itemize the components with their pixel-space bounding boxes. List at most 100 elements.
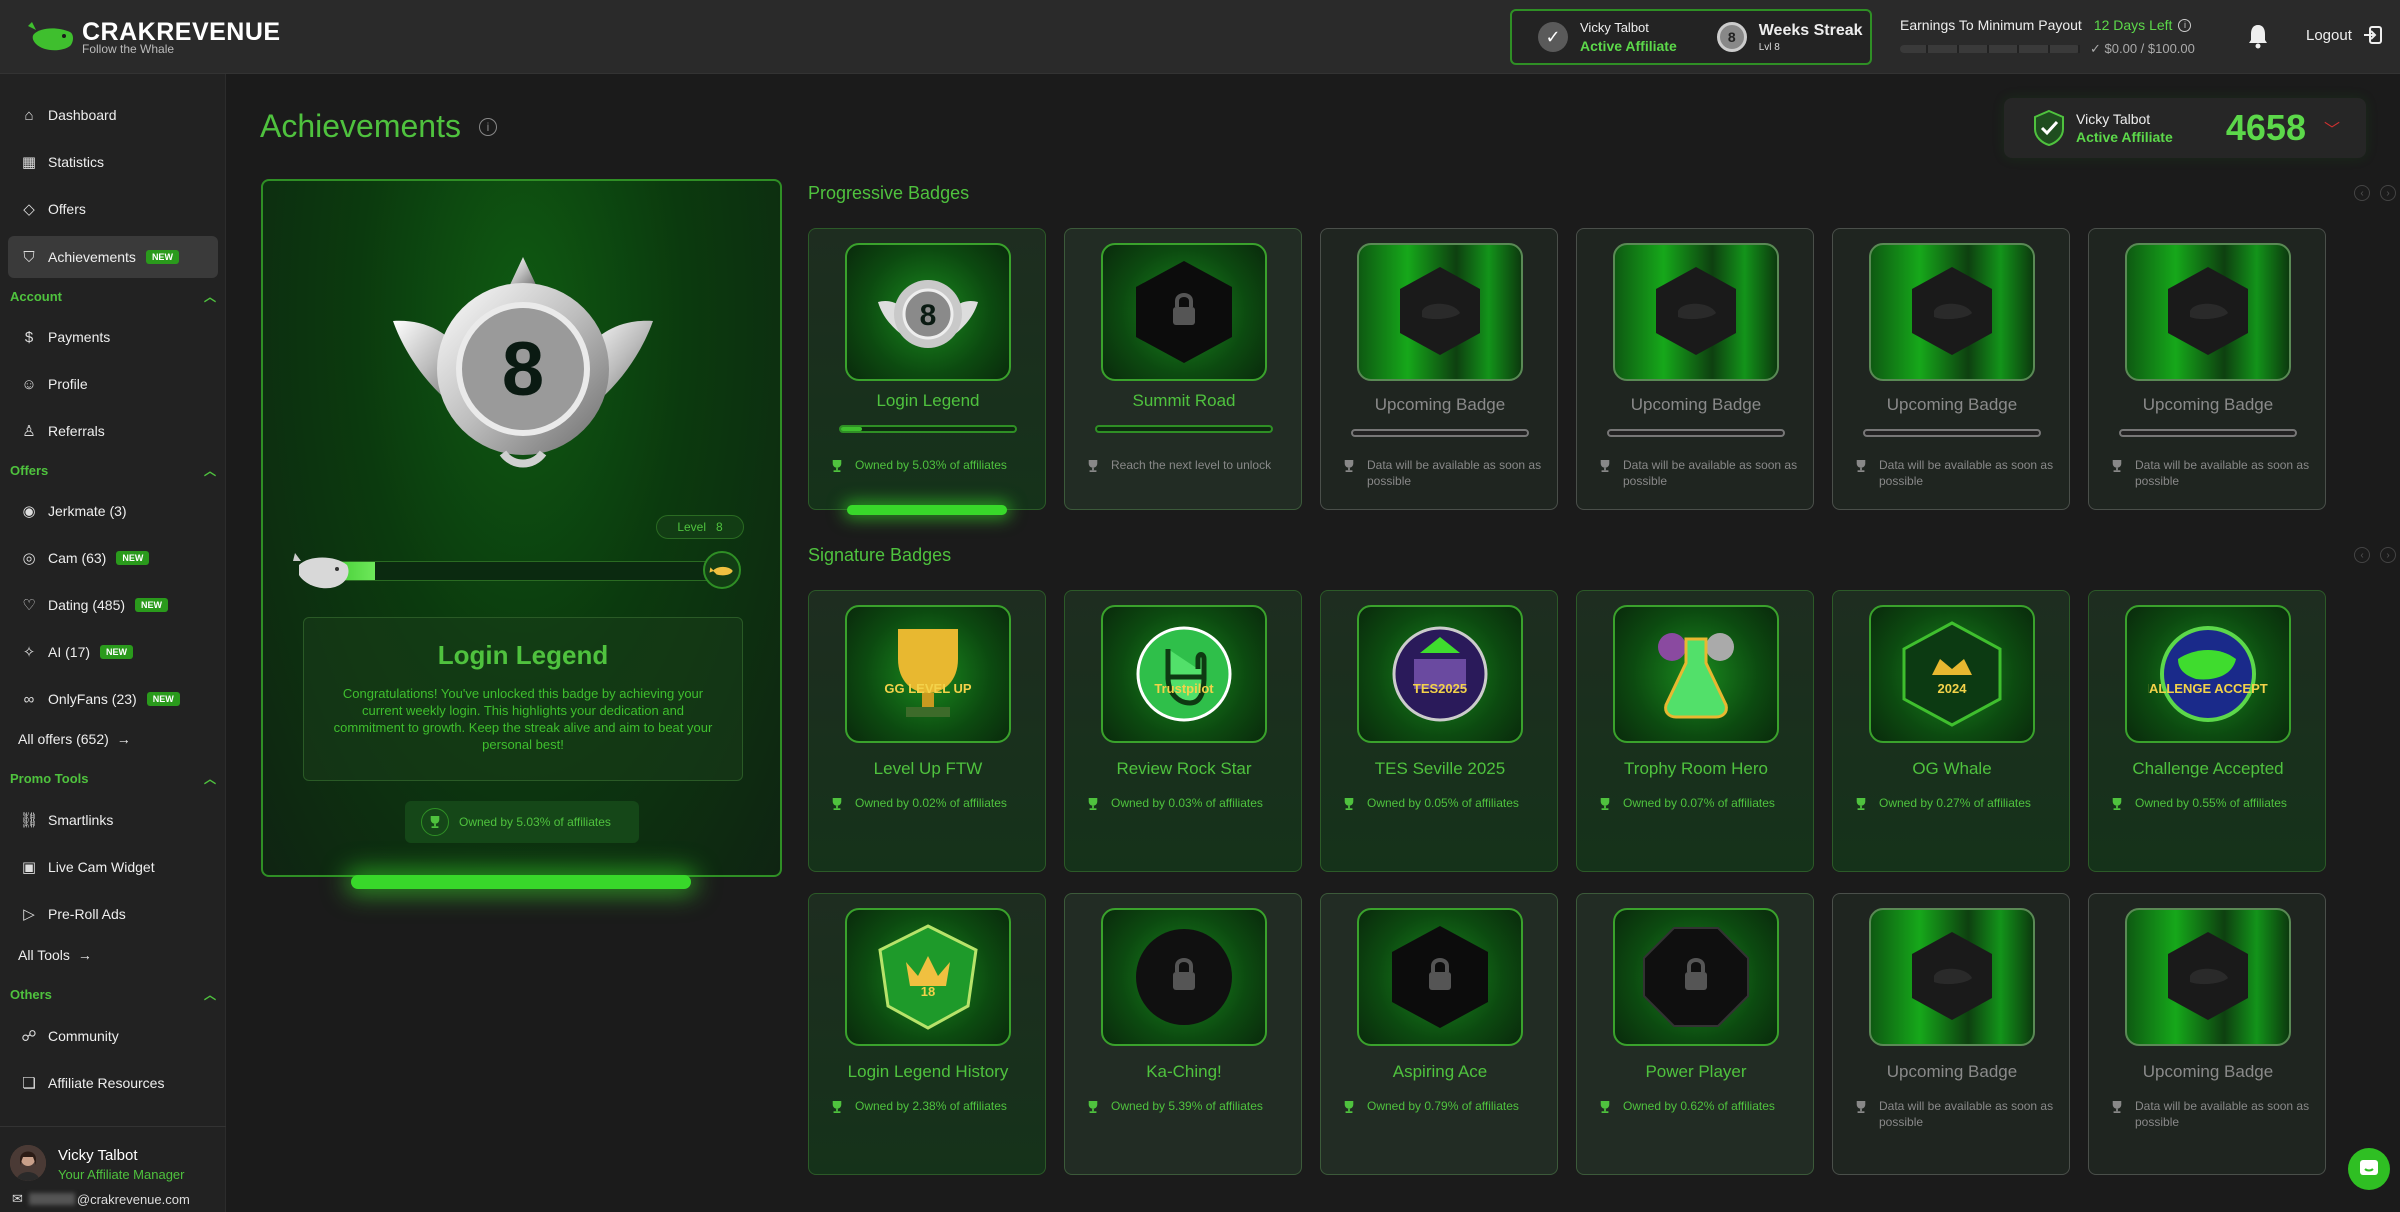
sidebar-item-ai[interactable]: ✧ AI (17) NEW bbox=[8, 631, 218, 673]
upcoming-badge-icon bbox=[2125, 243, 2291, 381]
chat-button[interactable] bbox=[2348, 1148, 2390, 1190]
all-offers-link[interactable]: All offers (652) → bbox=[18, 731, 131, 747]
sidebar-item-preroll-ads[interactable]: ▷ Pre-Roll Ads bbox=[8, 893, 218, 935]
featured-badge-description: Congratulations! You've unlocked this ba… bbox=[333, 686, 713, 752]
badge-owned-stat: Owned by 0.03% of affiliates bbox=[1087, 795, 1287, 815]
featured-glow bbox=[351, 875, 691, 889]
badge-owned-stat: Owned by 0.62% of affiliates bbox=[1599, 1098, 1799, 1118]
badge-progress-bar bbox=[1863, 429, 2041, 437]
trophy-icon bbox=[421, 808, 449, 836]
badge-owned-stat: Owned by 5.03% of affiliates bbox=[831, 457, 1031, 477]
sidebar-item-payments[interactable]: $ Payments bbox=[8, 316, 218, 358]
sidebar-item-dashboard[interactable]: ⌂ Dashboard bbox=[8, 94, 218, 136]
section-offers[interactable]: Offers ︿ bbox=[10, 462, 216, 479]
badge-card[interactable]: GG LEVEL UP Level Up FTW Owned by 0.02% of… bbox=[808, 590, 1046, 872]
scroll-right-icon[interactable]: › bbox=[2380, 185, 2396, 201]
badge-owned-stat: Owned by 5.39% of affiliates bbox=[1087, 1098, 1287, 1118]
sidebar-item-offers[interactable]: ◇ Offers bbox=[8, 188, 218, 230]
lock-icon: ∞ bbox=[23, 690, 35, 708]
trophy-icon bbox=[1855, 459, 1869, 477]
trophy-icon bbox=[1087, 1100, 1101, 1118]
badge-card[interactable]: Trophy Room Hero Owned by 0.07% of affili… bbox=[1576, 590, 1814, 872]
section-others[interactable]: Others ︿ bbox=[10, 986, 216, 1003]
badge-card[interactable]: Upcoming Badge Data will be available as … bbox=[1576, 228, 1814, 510]
upcoming-badge-icon bbox=[1869, 243, 2035, 381]
sidebar-item-jerkmate[interactable]: ◉ Jerkmate (3) bbox=[8, 490, 218, 532]
badge-card[interactable]: Trustpilot Review Rock Star Owned by 0.03%… bbox=[1064, 590, 1302, 872]
camera-icon: ◎ bbox=[22, 550, 36, 567]
badge-card[interactable]: Upcoming Badge Data will be available as … bbox=[1832, 228, 2070, 510]
silver-medal-icon: 8 bbox=[845, 243, 1011, 381]
locked-badge-icon bbox=[1101, 908, 1267, 1046]
sidebar-item-profile[interactable]: ☺ Profile bbox=[8, 363, 218, 405]
svg-text:8: 8 bbox=[920, 299, 937, 332]
user-score-card[interactable]: Vicky Talbot Active Affiliate 4658 ﹀ bbox=[2004, 98, 2366, 158]
badge-card[interactable]: 8 Login Legend Owned by 5.03% of affiliate… bbox=[808, 228, 1046, 515]
section-account[interactable]: Account ︿ bbox=[10, 288, 216, 305]
badge-name: Summit Road bbox=[1132, 391, 1236, 410]
badge-card[interactable]: Upcoming Badge Data will be available as … bbox=[1320, 228, 1558, 510]
info-icon[interactable]: i bbox=[478, 117, 497, 136]
upcoming-badge-icon bbox=[1357, 243, 1523, 381]
arrow-right-icon: → bbox=[116, 731, 131, 747]
sidebar-item-live-cam-widget[interactable]: ▣ Live Cam Widget bbox=[8, 846, 218, 888]
badge-progress-bar bbox=[1607, 429, 1785, 437]
badge-owned-stat: Data will be available as soon as possib… bbox=[2111, 457, 2311, 489]
sidebar-item-statistics[interactable]: ▦ Statistics bbox=[8, 141, 218, 183]
redacted-email bbox=[28, 1193, 75, 1205]
status-card[interactable]: ✓ Vicky Talbot Active Affiliate 8 Weeks … bbox=[1510, 9, 1872, 65]
badge-card[interactable]: 2024 OG Whale Owned by 0.27% of affiliates bbox=[1832, 590, 2070, 872]
scroll-right-icon[interactable]: › bbox=[2380, 547, 2396, 563]
trophy-icon bbox=[1855, 797, 1869, 815]
brand-logo[interactable]: CRAKREVENUE Follow the Whale bbox=[26, 20, 281, 56]
sidebar-item-onlyfans[interactable]: ∞ OnlyFans (23) NEW bbox=[8, 678, 218, 720]
sidebar-item-community[interactable]: ☍ Community bbox=[8, 1015, 218, 1057]
level-progress-bar bbox=[311, 561, 735, 581]
og-whale-crown-icon: 2024 bbox=[1869, 605, 2035, 743]
manager-email[interactable]: ✉ @crakrevenue.com bbox=[12, 1191, 190, 1207]
sidebar-item-referrals[interactable]: ♙ Referrals bbox=[8, 410, 218, 452]
badge-owned-stat: Reach the next level to unlock bbox=[1087, 457, 1287, 477]
sidebar-item-cam[interactable]: ◎ Cam (63) NEW bbox=[8, 537, 218, 579]
badge-card[interactable]: CHALLENGE ACCEPTED Challenge Accepted Owne… bbox=[2088, 590, 2326, 872]
sidebar-item-affiliate-resources[interactable]: ❏ Affiliate Resources bbox=[8, 1062, 218, 1104]
badge-card[interactable]: Power Player Owned by 0.62% of affiliates bbox=[1576, 893, 1814, 1175]
badge-name: Upcoming Badge bbox=[2142, 1062, 2274, 1081]
logout-icon bbox=[2363, 26, 2382, 44]
badge-progress-bar bbox=[2119, 429, 2297, 437]
badge-card[interactable]: TES2025 TES Seville 2025 Owned by 0.05% of… bbox=[1320, 590, 1558, 872]
scroll-left-icon[interactable]: ‹ bbox=[2354, 185, 2370, 201]
affiliate-manager[interactable]: Vicky Talbot Your Affiliate Manager ✉ @cr… bbox=[0, 1126, 226, 1212]
trophy-icon bbox=[1599, 459, 1613, 477]
badge-card[interactable]: 18 Login Legend History Owned by 2.38% of … bbox=[808, 893, 1046, 1175]
svg-text:TES2025: TES2025 bbox=[1413, 681, 1467, 696]
sidebar-item-dating[interactable]: ♡ Dating (485) NEW bbox=[8, 584, 218, 626]
chevron-down-icon[interactable]: ﹀ bbox=[2324, 116, 2340, 140]
challenge-accepted-icon: CHALLENGE ACCEPTED bbox=[2125, 605, 2291, 743]
badge-name: Upcoming Badge bbox=[2142, 395, 2274, 414]
badge-card[interactable]: Upcoming Badge Data will be available as … bbox=[1832, 893, 2070, 1175]
notification-bell-icon[interactable] bbox=[2246, 22, 2270, 50]
section-promo-tools[interactable]: Promo Tools ︿ bbox=[10, 770, 216, 787]
new-badge: NEW bbox=[145, 250, 179, 264]
chat-icon bbox=[2360, 1160, 2378, 1175]
badge-card[interactable]: Summit Road Reach the next level to unloc… bbox=[1064, 228, 1302, 510]
badge-name: Login Legend bbox=[876, 391, 980, 410]
score-value: 4658 bbox=[2225, 107, 2306, 148]
all-tools-link[interactable]: All Tools → bbox=[18, 947, 92, 963]
badge-card[interactable]: Aspiring Ace Owned by 0.79% of affiliates bbox=[1320, 893, 1558, 1175]
sidebar-item-achievements[interactable]: ⛉ Achievements NEW bbox=[8, 236, 218, 278]
new-badge: NEW bbox=[100, 645, 134, 659]
badge-card[interactable]: Upcoming Badge Data will be available as … bbox=[2088, 228, 2326, 510]
badge-name: Aspiring Ace bbox=[1392, 1062, 1488, 1081]
trophy-icon bbox=[831, 459, 845, 477]
badge-card[interactable]: Ka-Ching! Owned by 5.39% of affiliates bbox=[1064, 893, 1302, 1175]
sidebar-item-smartlinks[interactable]: ⛓ Smartlinks bbox=[8, 799, 218, 841]
silver-medal-icon: 8 bbox=[393, 257, 653, 468]
upcoming-badge-icon bbox=[1869, 908, 2035, 1046]
badge-card[interactable]: Upcoming Badge Data will be available as … bbox=[2088, 893, 2326, 1175]
trophy-icon bbox=[1599, 797, 1613, 815]
scroll-left-icon[interactable]: ‹ bbox=[2354, 547, 2370, 563]
info-icon[interactable]: i bbox=[2178, 18, 2192, 32]
logout-button[interactable]: Logout bbox=[2306, 24, 2384, 46]
